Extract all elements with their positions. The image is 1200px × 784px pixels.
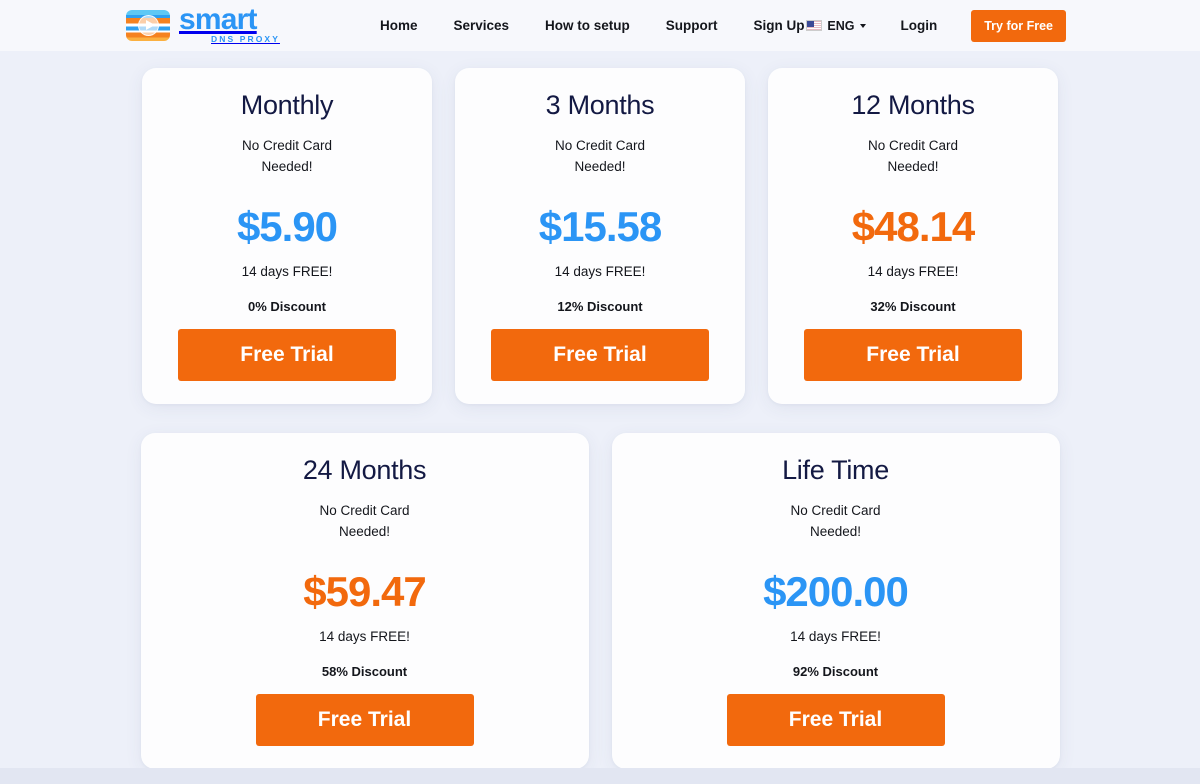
plan-trial-days: 14 days FREE!: [790, 629, 881, 644]
plan-trial-days: 14 days FREE!: [241, 264, 333, 279]
plan-note: No Credit Card Needed!: [868, 135, 958, 177]
pricing-card-12-months[interactable]: 12 Months No Credit Card Needed! $48.14 …: [768, 68, 1058, 404]
plan-note-line1: No Credit Card: [241, 138, 333, 153]
plan-note-line1: No Credit Card: [554, 138, 646, 153]
nav-item-how-to-setup[interactable]: How to setup: [545, 18, 630, 33]
plan-price: $200.00: [763, 568, 909, 615]
free-trial-button[interactable]: Free Trial: [726, 694, 945, 746]
plan-trial-days: 14 days FREE!: [554, 264, 646, 279]
page-bottom-band: [0, 768, 1200, 784]
free-trial-button[interactable]: Free Trial: [491, 329, 709, 381]
smart-dns-proxy-logo-icon: [126, 10, 170, 41]
flag-canton: [807, 21, 815, 27]
plan-note: No Credit Card Needed!: [319, 500, 409, 542]
plan-price: $59.47: [303, 568, 426, 615]
plan-price: $15.58: [538, 203, 662, 250]
nav-item-services[interactable]: Services: [453, 18, 509, 33]
plan-discount: 0% Discount: [247, 299, 326, 314]
chevron-down-icon: [860, 23, 867, 28]
us-flag-icon: [806, 20, 823, 31]
plan-note-line1: No Credit Card: [867, 138, 959, 153]
brand-wordmark: smart DNS PROXY: [179, 2, 280, 46]
plan-discount: 58% Discount: [321, 664, 408, 679]
free-trial-button[interactable]: Free Trial: [255, 694, 474, 746]
free-trial-button[interactable]: Free Trial: [804, 329, 1022, 381]
plan-title: Monthly: [240, 90, 334, 120]
plan-note-line2: Needed!: [809, 524, 862, 539]
plan-trial-days: 14 days FREE!: [319, 629, 410, 644]
nav-item-support[interactable]: Support: [666, 18, 718, 33]
pricing-card-24-months[interactable]: 24 Months No Credit Card Needed! $59.47 …: [140, 433, 589, 769]
plan-title: 3 Months: [545, 90, 655, 120]
login-link[interactable]: Login: [900, 18, 937, 33]
pricing-card-life-time[interactable]: Life Time No Credit Card Needed! $200.00…: [611, 433, 1060, 769]
header-actions: ENG Login Try for Free: [806, 9, 1066, 42]
pricing-card-3-months[interactable]: 3 Months No Credit Card Needed! $15.58 1…: [455, 68, 745, 404]
plan-price: $5.90: [236, 203, 338, 250]
plan-note-line2: Needed!: [261, 159, 313, 174]
plan-note: No Credit Card Needed!: [242, 135, 332, 177]
brand-tagline: DNS PROXY: [211, 33, 280, 44]
plan-title: 12 Months: [851, 90, 975, 120]
language-label: ENG: [827, 18, 855, 33]
plan-note-line2: Needed!: [574, 159, 626, 174]
plan-discount: 92% Discount: [792, 664, 879, 679]
nav-item-sign-up[interactable]: Sign Up: [754, 18, 805, 33]
pricing-card-monthly[interactable]: Monthly No Credit Card Needed! $5.90 14 …: [142, 68, 432, 404]
plan-price: $48.14: [851, 203, 975, 250]
plan-note-line2: Needed!: [338, 524, 391, 539]
free-trial-button[interactable]: Free Trial: [178, 329, 396, 381]
plan-title: Life Time: [782, 455, 889, 485]
site-header: smart DNS PROXY Home Services How to set…: [0, 0, 1200, 51]
plan-discount: 32% Discount: [870, 299, 956, 314]
pricing-row-bottom: 24 Months No Credit Card Needed! $59.47 …: [0, 433, 1200, 769]
pricing-section: Monthly No Credit Card Needed! $5.90 14 …: [0, 51, 1200, 769]
plan-note-line1: No Credit Card: [790, 503, 881, 518]
language-selector[interactable]: ENG: [806, 18, 867, 33]
main-navigation: Home Services How to setup Support Sign …: [380, 18, 805, 33]
brand-name: smart: [179, 2, 258, 36]
brand-logo[interactable]: smart DNS PROXY: [126, 2, 280, 46]
nav-item-home[interactable]: Home: [380, 18, 418, 33]
plan-discount: 12% Discount: [557, 299, 643, 314]
pricing-row-top: Monthly No Credit Card Needed! $5.90 14 …: [0, 68, 1200, 404]
try-for-free-button[interactable]: Try for Free: [971, 9, 1066, 42]
plan-title: 24 Months: [302, 455, 427, 485]
play-triangle-icon: [146, 20, 155, 30]
plan-note-line2: Needed!: [887, 159, 939, 174]
plan-trial-days: 14 days FREE!: [867, 264, 959, 279]
plan-note-line1: No Credit Card: [319, 503, 410, 518]
plan-note: No Credit Card Needed!: [555, 135, 645, 177]
plan-note: No Credit Card Needed!: [790, 500, 880, 542]
